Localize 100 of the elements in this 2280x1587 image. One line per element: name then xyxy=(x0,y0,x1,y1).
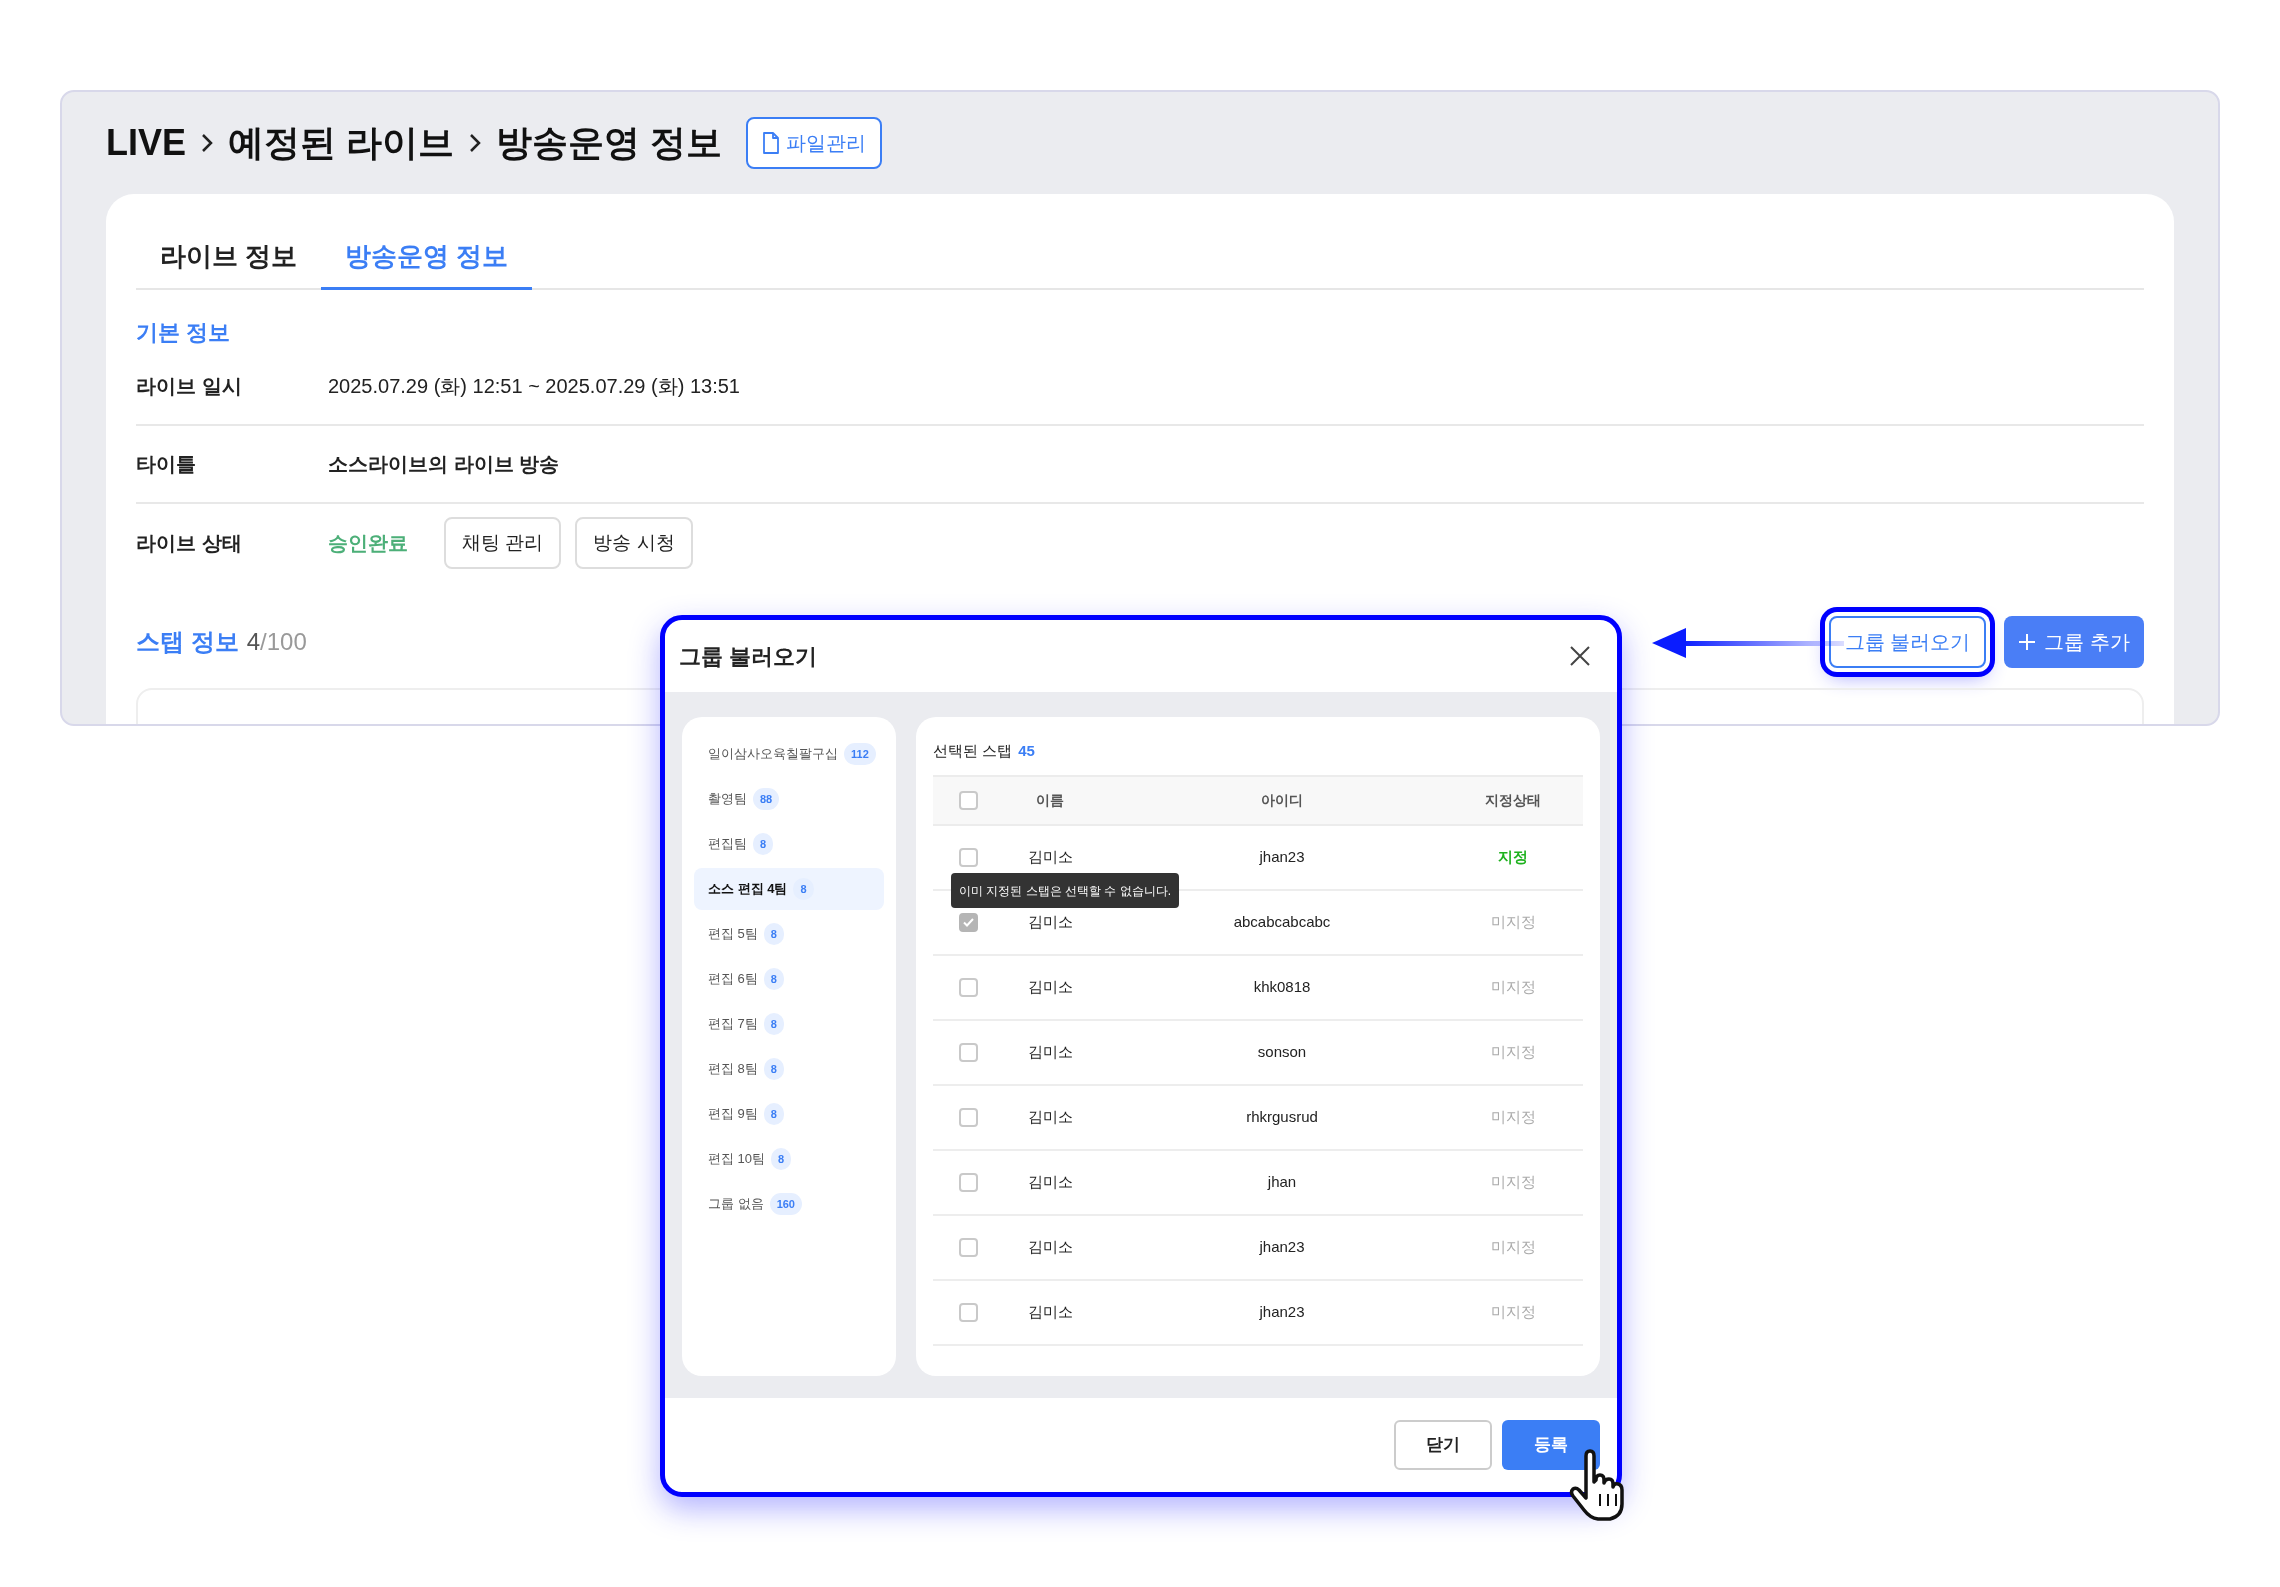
count-badge: 8 xyxy=(763,968,784,990)
field-value: 소스라이브의 라이브 방송 xyxy=(328,452,560,477)
checkbox[interactable] xyxy=(958,1238,978,1257)
table-cell-text: 김미소 xyxy=(1027,1302,1073,1323)
table-cell-text: jhan xyxy=(1267,1172,1297,1193)
selected-staff-label: 선택된 스탭 xyxy=(933,740,1013,761)
close-dialog-button[interactable]: 닫기 xyxy=(1394,1420,1492,1470)
group-list-item[interactable]: 편집 6팀 8 xyxy=(694,958,884,1000)
status-cell-text: 미지정 xyxy=(1490,912,1536,933)
group-name: 편집 9팀 xyxy=(708,1105,758,1124)
status-cell-text: 미지정 xyxy=(1490,1107,1536,1128)
table-cell-text: 김미소 xyxy=(1027,1107,1073,1128)
tab[interactable]: 방송운영 정보 xyxy=(321,226,533,290)
table-cell-text: abcabcabcabc xyxy=(1233,912,1331,933)
group-name: 소스 편집 4팀 xyxy=(708,880,788,899)
count-badge: 8 xyxy=(763,923,784,945)
field-label: 라이브 상태 xyxy=(136,531,243,556)
table-cell-text: khk0818 xyxy=(1253,977,1311,998)
selected-staff-count: 45 xyxy=(1018,740,1035,761)
table-cell-text: 김미소 xyxy=(1027,977,1073,998)
checkbox[interactable] xyxy=(958,978,978,997)
tab[interactable]: 라이브 정보 xyxy=(136,226,322,290)
table-cell-text: 김미소 xyxy=(1027,1042,1073,1063)
dialog-title: 그룹 불러오기 xyxy=(679,642,818,671)
tooltip: 이미 지정된 스탭은 선택할 수 없습니다. xyxy=(951,873,1179,908)
group-name: 편집 5팀 xyxy=(708,925,758,944)
checkbox[interactable] xyxy=(958,1303,978,1322)
register-button[interactable]: 등록 xyxy=(1502,1420,1600,1470)
table-cell-text: jhan23 xyxy=(1259,847,1305,868)
action-button[interactable]: 방송 시청 xyxy=(575,517,693,569)
group-list-item[interactable]: 편집 5팀 8 xyxy=(694,913,884,955)
table-cell-text: rhkrgusrud xyxy=(1246,1107,1318,1128)
document-icon xyxy=(762,132,781,154)
group-list-item[interactable]: 편집 7팀 8 xyxy=(694,1003,884,1045)
checkbox[interactable] xyxy=(958,1043,978,1062)
checkmark-icon xyxy=(962,918,974,927)
group-list-item[interactable]: 촬영팀 88 xyxy=(694,778,884,820)
count-badge: 8 xyxy=(763,1103,784,1125)
checkbox[interactable] xyxy=(958,1108,978,1127)
count-badge: 8 xyxy=(771,1148,792,1170)
staff-section-title: 스탭 정보 xyxy=(136,627,239,657)
count-badge: 8 xyxy=(793,878,814,900)
group-list-item[interactable]: 편집 10팀 8 xyxy=(694,1138,884,1180)
group-list-item[interactable]: 일이삼사오육칠팔구십 112 xyxy=(694,733,884,775)
table-cell-text: 김미소 xyxy=(1027,1172,1073,1193)
file-manage-button[interactable]: 파일관리 xyxy=(746,117,883,169)
add-group-button[interactable]: 그룹 추가 xyxy=(2004,616,2144,668)
group-name: 촬영팀 xyxy=(708,790,747,809)
breadcrumb-item[interactable]: LIVE xyxy=(106,116,186,170)
column-header: 지정상태 xyxy=(1485,791,1541,810)
breadcrumb-item: 방송운영 정보 xyxy=(496,121,723,165)
checkbox[interactable] xyxy=(958,791,978,810)
section-title: 기본 정보 xyxy=(136,319,232,347)
count-badge: 8 xyxy=(753,833,774,855)
group-name: 편집 10팀 xyxy=(708,1150,766,1169)
group-list-item[interactable]: 소스 편집 4팀 8 xyxy=(694,868,884,910)
plus-icon xyxy=(2018,633,2037,651)
staff-limit: /100 xyxy=(260,627,307,657)
chevron-right-icon xyxy=(468,132,483,154)
group-list-item[interactable]: 그룹 없음 160 xyxy=(694,1183,884,1225)
status-cell-text: 미지정 xyxy=(1490,1172,1536,1193)
count-badge: 8 xyxy=(763,1013,784,1035)
action-button[interactable]: 채팅 관리 xyxy=(444,517,562,569)
column-header: 이름 xyxy=(1036,791,1064,810)
group-name: 편집 7팀 xyxy=(708,1015,758,1034)
count-badge: 160 xyxy=(769,1193,802,1215)
field-value: 2025.07.29 (화) 12:51 ~ 2025.07.29 (화) 13:51 xyxy=(328,374,740,399)
group-name: 그룹 없음 xyxy=(708,1195,764,1214)
group-name: 편집 6팀 xyxy=(708,970,758,989)
status-text: 승인완료 xyxy=(328,531,408,556)
checkbox[interactable] xyxy=(958,848,978,867)
group-list-item[interactable]: 편집 8팀 8 xyxy=(694,1048,884,1090)
group-list-item[interactable]: 편집팀 8 xyxy=(694,823,884,865)
table-cell-text: 김미소 xyxy=(1027,847,1073,868)
table-cell-text: 김미소 xyxy=(1027,912,1073,933)
column-header: 아이디 xyxy=(1261,791,1303,810)
staff-count: 4 xyxy=(246,627,261,657)
chevron-right-icon xyxy=(200,132,214,154)
table-cell-text: sonson xyxy=(1257,1042,1307,1063)
breadcrumb-item[interactable]: 예정된 라이브 xyxy=(228,116,455,170)
close-icon xyxy=(1569,645,1591,667)
count-badge: 8 xyxy=(763,1058,784,1080)
status-cell-text: 미지정 xyxy=(1490,977,1536,998)
field-label: 타이틀 xyxy=(136,452,197,477)
group-list-item[interactable]: 편집 9팀 8 xyxy=(694,1093,884,1135)
table-cell-text: jhan23 xyxy=(1259,1302,1305,1323)
group-name: 일이삼사오육칠팔구십 xyxy=(708,745,838,764)
status-cell-text: 미지정 xyxy=(1490,1302,1536,1323)
status-cell-text: 미지정 xyxy=(1490,1237,1536,1258)
status-cell-text: 지정 xyxy=(1498,847,1528,868)
checkbox[interactable] xyxy=(958,1173,978,1192)
group-name: 편집팀 xyxy=(708,835,747,854)
status-cell-text: 미지정 xyxy=(1490,1042,1536,1063)
count-badge: 112 xyxy=(844,743,876,765)
table-cell-text: jhan23 xyxy=(1259,1237,1305,1258)
group-name: 편집 8팀 xyxy=(708,1060,758,1079)
table-cell-text: 김미소 xyxy=(1027,1237,1073,1258)
checkbox[interactable] xyxy=(958,913,978,932)
field-label: 라이브 일시 xyxy=(136,374,243,399)
count-badge: 88 xyxy=(753,788,780,810)
